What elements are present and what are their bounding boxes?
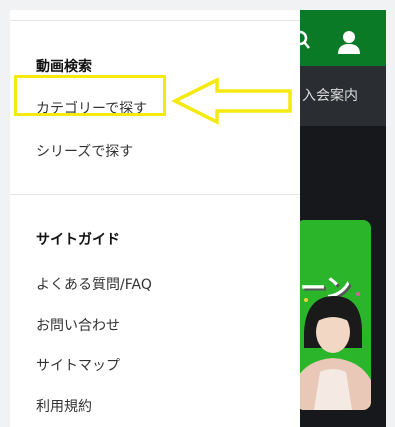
navigation-drawer: 動画検索 カテゴリーで探す シリーズで探す サイトガイド よくある質問/FAQ …: [10, 10, 300, 427]
page-margin: [386, 10, 395, 427]
banner-photo: [296, 292, 371, 410]
menu-item-browse-by-series[interactable]: シリーズで探す: [36, 141, 133, 161]
membership-info-link[interactable]: 入会案内: [300, 66, 386, 126]
user-icon[interactable]: [338, 30, 360, 54]
menu-item-terms[interactable]: 利用規約: [36, 396, 92, 416]
menu-item-faq[interactable]: よくある質問/FAQ: [36, 274, 152, 294]
divider: [10, 20, 300, 21]
video-search-heading: 動画検索: [36, 59, 92, 75]
menu-item-contact[interactable]: お問い合わせ: [36, 315, 120, 335]
menu-item-sitemap[interactable]: サイトマップ: [36, 355, 120, 375]
arrow-left-icon: [172, 77, 292, 125]
promo-banner[interactable]: ーン: [296, 220, 371, 410]
screen: 入会案内 ーン 動画検索 カテゴリーで探す シリーズで探す サイトガイド よくあ…: [0, 0, 395, 427]
highlight-box: [14, 75, 166, 116]
divider: [10, 194, 300, 195]
site-guide-heading: サイトガイド: [36, 232, 120, 248]
membership-info-label: 入会案内: [302, 88, 358, 104]
